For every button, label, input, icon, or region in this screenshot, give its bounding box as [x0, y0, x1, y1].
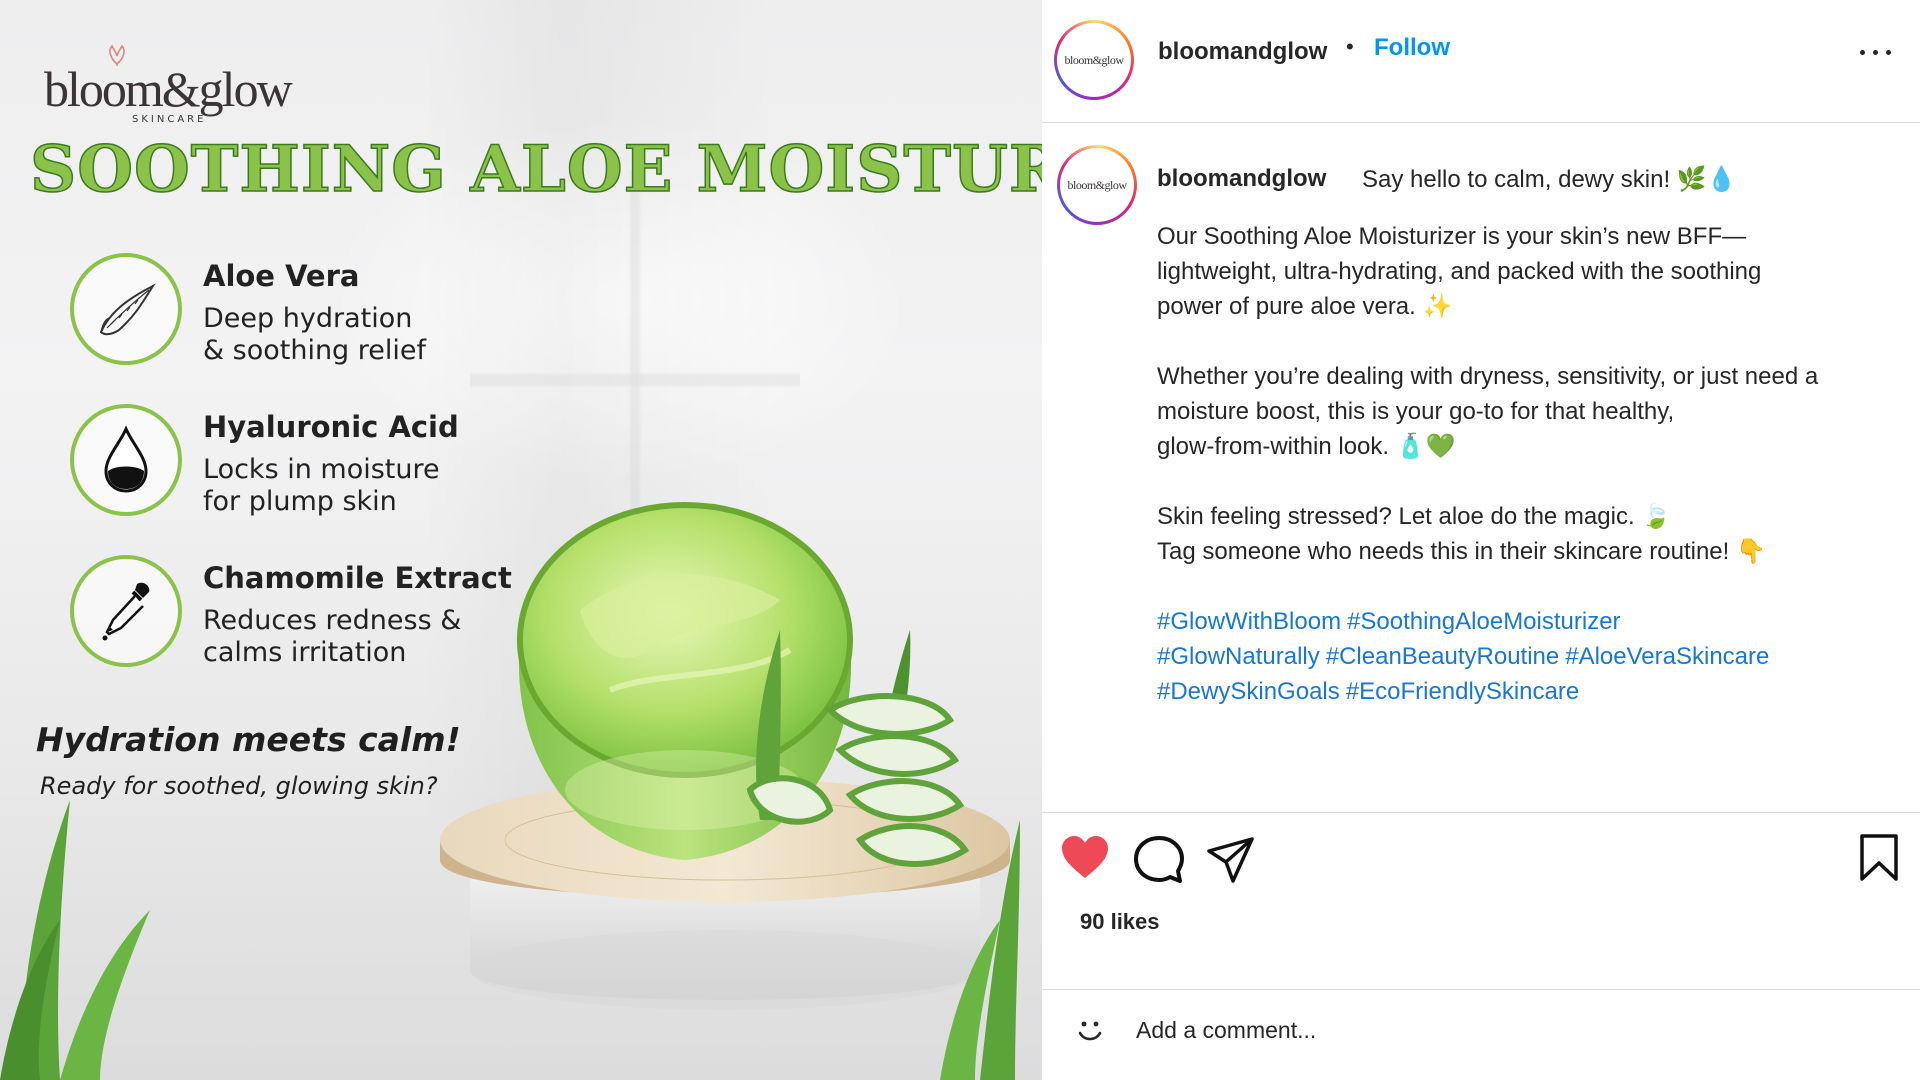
feature-icon-circle [70, 253, 182, 365]
product-title: SOOTHING ALOE MOISTURIZER [29, 131, 1042, 208]
hashtag-link[interactable]: #SoothingAloeMoisturizer [1347, 608, 1620, 635]
post-image[interactable]: bloom&glow SKINCARE SOOTHING ALOE MOISTU… [0, 0, 1042, 1080]
share-icon[interactable] [1206, 835, 1256, 885]
hashtag-link[interactable]: #EcoFriendlySkincare [1346, 678, 1579, 705]
brand-logo: bloom&glow SKINCARE [44, 44, 314, 134]
heart-icon[interactable] [1060, 833, 1110, 883]
dropper-icon [102, 582, 150, 641]
feature-aloe-vera: Aloe Vera Deep hydration & soothing reli… [70, 253, 510, 373]
feature-title: Chamomile Extract [203, 561, 512, 595]
caption-username[interactable]: bloomandglow [1157, 165, 1326, 193]
caption-body: Our Soothing Aloe Moisturizer is your sk… [1157, 219, 1877, 709]
aloe-leaf-icon [99, 283, 156, 336]
bookmark-icon[interactable] [1854, 833, 1904, 883]
hashtag-link[interactable]: #AloeVeraSkincare [1565, 643, 1769, 670]
comment-bar [1042, 989, 1920, 1080]
avatar-logo: bloom&glow [1060, 148, 1134, 222]
comment-icon[interactable] [1134, 835, 1184, 885]
caption-first-line: Say hello to calm, dewy skin! 🌿💧 [1362, 166, 1737, 193]
caption-avatar[interactable]: bloom&glow [1057, 145, 1137, 225]
hashtag-link[interactable]: #DewySkinGoals [1157, 678, 1340, 705]
header-username[interactable]: bloomandglow [1158, 38, 1327, 66]
logo-subtext: SKINCARE [132, 114, 207, 125]
emoji-icon[interactable] [1072, 1011, 1108, 1047]
feature-hyaluronic-acid: Hyaluronic Acid Locks in moisture for pl… [70, 404, 510, 524]
follow-button[interactable]: Follow [1374, 34, 1450, 62]
hashtag-link[interactable]: #CleanBeautyRoutine [1326, 643, 1560, 670]
caption-paragraph: Our Soothing Aloe Moisturizer is your sk… [1157, 223, 1762, 320]
caption-paragraph: Whether you’re dealing with dryness, sen… [1157, 363, 1819, 460]
post-panel: bloom&glow bloomandglow • Follow bloom&g… [1042, 0, 1920, 1080]
like-count[interactable]: 90 likes [1080, 909, 1160, 935]
feature-icon-circle [70, 555, 182, 667]
comment-input[interactable] [1134, 1009, 1838, 1051]
action-bar: 90 likes [1042, 812, 1920, 990]
feature-description: Reduces redness & calms irritation [203, 605, 462, 668]
hashtag-list: #GlowWithBloom #SoothingAloeMoisturizer #… [1157, 604, 1877, 709]
feature-title: Hyaluronic Acid [203, 410, 459, 444]
feature-title: Aloe Vera [203, 259, 360, 293]
avatar[interactable]: bloom&glow [1054, 20, 1134, 100]
feature-description: Locks in moisture for plump skin [203, 454, 440, 517]
hashtag-link[interactable]: #GlowWithBloom [1157, 608, 1341, 635]
feature-icon-circle [70, 404, 182, 516]
aloe-plant-left [0, 800, 150, 1080]
avatar-logo: bloom&glow [1057, 23, 1131, 97]
hashtag-link[interactable]: #GlowNaturally [1157, 643, 1320, 670]
water-drop-icon [104, 425, 148, 493]
separator-dot: • [1346, 34, 1354, 59]
caption: bloom&glow bloomandglow Say hello to cal… [1042, 123, 1920, 813]
tagline: Hydration meets calm! [36, 720, 461, 759]
logo-wordmark: bloom&glow [44, 61, 293, 117]
aloe-plant-right [940, 820, 1020, 1080]
feature-description: Deep hydration & soothing relief [203, 303, 427, 366]
feature-chamomile-extract: Chamomile Extract Reduces redness & calm… [70, 555, 512, 675]
more-options-icon[interactable] [1856, 40, 1896, 64]
caption-paragraph: Skin feeling stressed? Let aloe do the m… [1157, 503, 1766, 565]
post-header: bloom&glow bloomandglow • Follow [1042, 0, 1920, 123]
